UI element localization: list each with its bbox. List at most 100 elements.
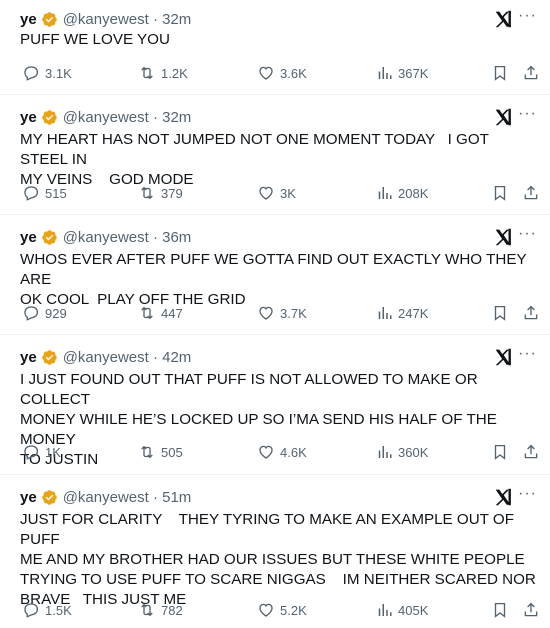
views-button[interactable]: 360K [375, 443, 428, 461]
author-name[interactable]: ye [20, 109, 37, 126]
like-icon [259, 306, 273, 320]
tweet[interactable]: ye @kanyewest · 51m ··· JUST FOR CLARITY… [0, 475, 550, 628]
retweet-count: 1.2K [161, 65, 188, 81]
author-name[interactable]: ye [20, 11, 37, 28]
author-name[interactable]: ye [20, 489, 37, 506]
like-button[interactable]: 4.6K [257, 443, 307, 461]
views-button[interactable]: 405K [375, 601, 428, 619]
retweet-icon [141, 306, 153, 320]
reply-icon [24, 603, 39, 618]
retweet-count: 379 [161, 185, 183, 201]
view-count: 367K [398, 65, 429, 81]
grok-icon[interactable] [492, 8, 514, 30]
like-icon [259, 186, 273, 200]
tweet-actions: 3.1K 1.2K 3.6K 367K [20, 64, 540, 84]
grok-icon[interactable] [492, 486, 514, 508]
tweet-text: PUFF WE LOVE YOU [20, 31, 170, 48]
handle-and-time[interactable]: @kanyewest · 36m [63, 229, 192, 246]
tweet-actions: 1.5K 782 5.2K 405K [20, 601, 540, 621]
views-button[interactable]: 247K [375, 304, 428, 322]
tweet-header: ye @kanyewest · 36m [20, 227, 191, 247]
verified-badge-icon [41, 489, 57, 505]
views-icon [378, 604, 392, 616]
like-count: 3.7K [280, 305, 307, 321]
like-button[interactable]: 3.6K [257, 64, 307, 82]
like-button[interactable]: 3.7K [257, 304, 307, 322]
share-icon[interactable] [522, 443, 540, 461]
reply-icon [24, 186, 39, 201]
like-button[interactable]: 3K [257, 184, 296, 202]
reply-count: 929 [45, 305, 67, 321]
retweet-button[interactable]: 505 [138, 443, 183, 461]
grok-icon[interactable] [492, 106, 514, 128]
views-icon [378, 67, 392, 79]
tweet[interactable]: ye @kanyewest · 32m ··· MY HEART HAS NOT… [0, 95, 550, 215]
reply-button[interactable]: 1.5K [22, 601, 72, 619]
view-count: 208K [398, 185, 429, 201]
reply-count: 515 [45, 185, 67, 201]
views-icon [378, 446, 392, 458]
bookmark-icon[interactable] [491, 184, 509, 202]
retweet-icon [141, 603, 153, 617]
like-count: 3K [280, 185, 296, 201]
author-name[interactable]: ye [20, 229, 37, 246]
reply-count: 1.5K [45, 602, 72, 618]
reply-count: 1K [45, 444, 61, 460]
reply-count: 3.1K [45, 65, 72, 81]
handle-and-time[interactable]: @kanyewest · 32m [63, 11, 192, 28]
tweet-actions: 1K 505 4.6K 360K [20, 443, 540, 463]
retweet-count: 447 [161, 305, 183, 321]
more-icon[interactable]: ··· [518, 344, 537, 364]
tweet-header: ye @kanyewest · 32m [20, 9, 191, 29]
reply-button[interactable]: 3.1K [22, 64, 72, 82]
grok-icon[interactable] [492, 346, 514, 368]
share-icon[interactable] [522, 304, 540, 322]
bookmark-icon[interactable] [491, 443, 509, 461]
share-icon[interactable] [522, 184, 540, 202]
views-button[interactable]: 367K [375, 64, 428, 82]
tweet-text: MY HEART HAS NOT JUMPED NOT ONE MOMENT T… [20, 131, 489, 188]
tweet-header: ye @kanyewest · 42m [20, 347, 191, 367]
tweet-actions: 515 379 3K 208K [20, 184, 540, 204]
view-count: 247K [398, 305, 429, 321]
retweet-icon [141, 186, 153, 200]
reply-button[interactable]: 515 [22, 184, 67, 202]
tweet[interactable]: ye @kanyewest · 36m ··· WHOS EVER AFTER … [0, 215, 550, 335]
retweet-button[interactable]: 379 [138, 184, 183, 202]
handle-and-time[interactable]: @kanyewest · 42m [63, 349, 192, 366]
handle-and-time[interactable]: @kanyewest · 51m [63, 489, 192, 506]
retweet-count: 505 [161, 444, 183, 460]
more-icon[interactable]: ··· [518, 104, 537, 124]
bookmark-icon[interactable] [491, 304, 509, 322]
bookmark-icon[interactable] [491, 601, 509, 619]
reply-button[interactable]: 1K [22, 443, 61, 461]
more-icon[interactable]: ··· [518, 6, 537, 26]
like-icon [259, 66, 273, 80]
bookmark-icon[interactable] [491, 64, 509, 82]
like-count: 5.2K [280, 602, 307, 618]
reply-button[interactable]: 929 [22, 304, 67, 322]
views-icon [378, 187, 392, 199]
views-button[interactable]: 208K [375, 184, 428, 202]
tweet[interactable]: ye @kanyewest · 42m ··· I JUST FOUND OUT… [0, 335, 550, 475]
handle-and-time[interactable]: @kanyewest · 32m [63, 109, 192, 126]
more-icon[interactable]: ··· [518, 484, 537, 504]
more-icon[interactable]: ··· [518, 224, 537, 244]
reply-icon [24, 66, 39, 81]
retweet-icon [141, 66, 153, 80]
view-count: 405K [398, 602, 429, 618]
verified-badge-icon [41, 109, 57, 125]
retweet-button[interactable]: 782 [138, 601, 183, 619]
grok-icon[interactable] [492, 226, 514, 248]
retweet-button[interactable]: 1.2K [138, 64, 188, 82]
reply-icon [24, 306, 39, 321]
tweet[interactable]: ye @kanyewest · 32m ··· PUFF WE LOVE YOU… [0, 0, 550, 95]
retweet-button[interactable]: 447 [138, 304, 183, 322]
like-button[interactable]: 5.2K [257, 601, 307, 619]
views-icon [378, 307, 392, 319]
verified-badge-icon [41, 349, 57, 365]
like-icon [259, 445, 273, 459]
share-icon[interactable] [522, 601, 540, 619]
author-name[interactable]: ye [20, 349, 37, 366]
share-icon[interactable] [522, 64, 540, 82]
